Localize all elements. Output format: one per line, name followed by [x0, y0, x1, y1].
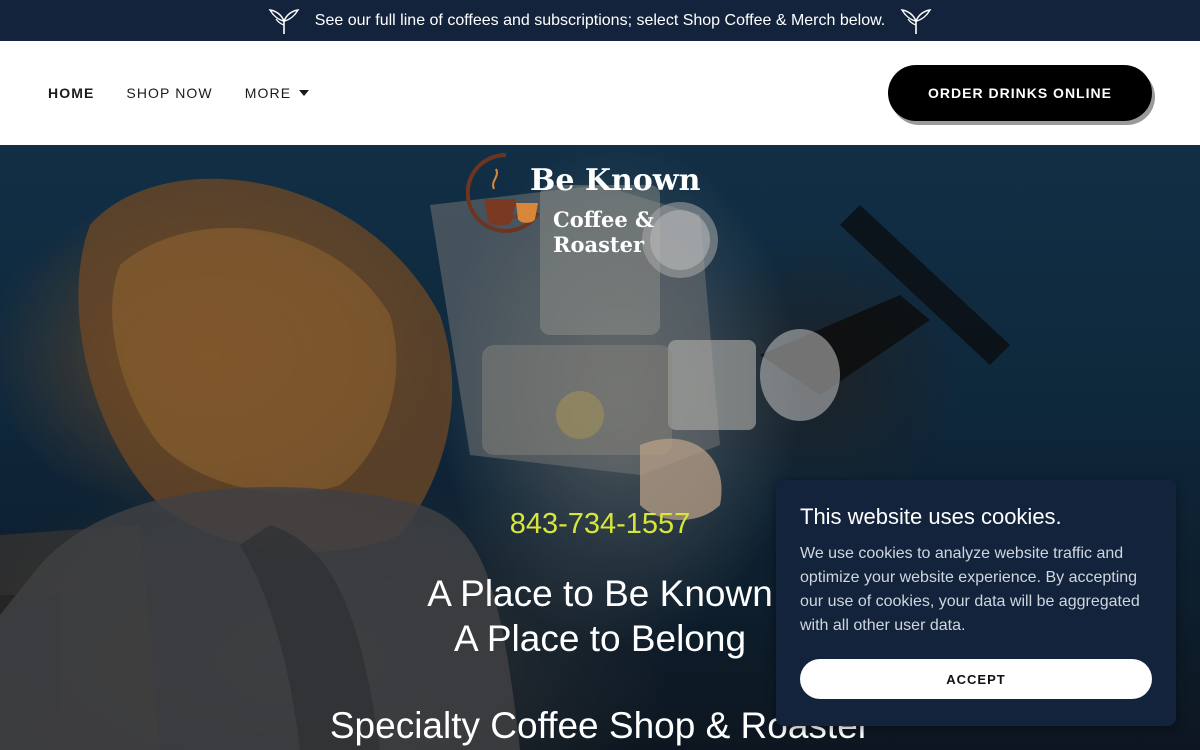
announcement-bar: See our full line of coffees and subscri…	[0, 0, 1200, 41]
announcement-text: See our full line of coffees and subscri…	[314, 11, 886, 29]
nav-item-shop-now[interactable]: SHOP NOW	[126, 85, 212, 101]
site-logo[interactable]: Be Known Coffee & Roaster	[466, 151, 746, 257]
leaf-sprout-icon	[899, 7, 933, 35]
cookie-banner: This website uses cookies. We use cookie…	[776, 480, 1176, 726]
accept-cookies-button[interactable]: ACCEPT	[800, 659, 1152, 699]
nav-item-home[interactable]: HOME	[48, 85, 94, 101]
leaf-sprout-icon	[267, 7, 301, 35]
cookie-banner-title: This website uses cookies.	[800, 504, 1062, 529]
cookie-banner-text: We use cookies to analyze website traffi…	[800, 545, 1140, 634]
caret-down-icon	[299, 90, 310, 96]
nav-item-more-label: MORE	[244, 85, 292, 101]
logo-title: Be Known	[530, 163, 701, 198]
nav-item-more[interactable]: MORE	[244, 85, 310, 101]
main-nav: HOME SHOP NOW MORE	[48, 41, 310, 145]
order-drinks-online-button[interactable]: ORDER DRINKS ONLINE	[888, 65, 1152, 121]
logo-subtitle: Coffee & Roaster	[553, 207, 654, 257]
site-header: HOME SHOP NOW MORE ORDER DRINKS ONLINE	[0, 41, 1200, 145]
